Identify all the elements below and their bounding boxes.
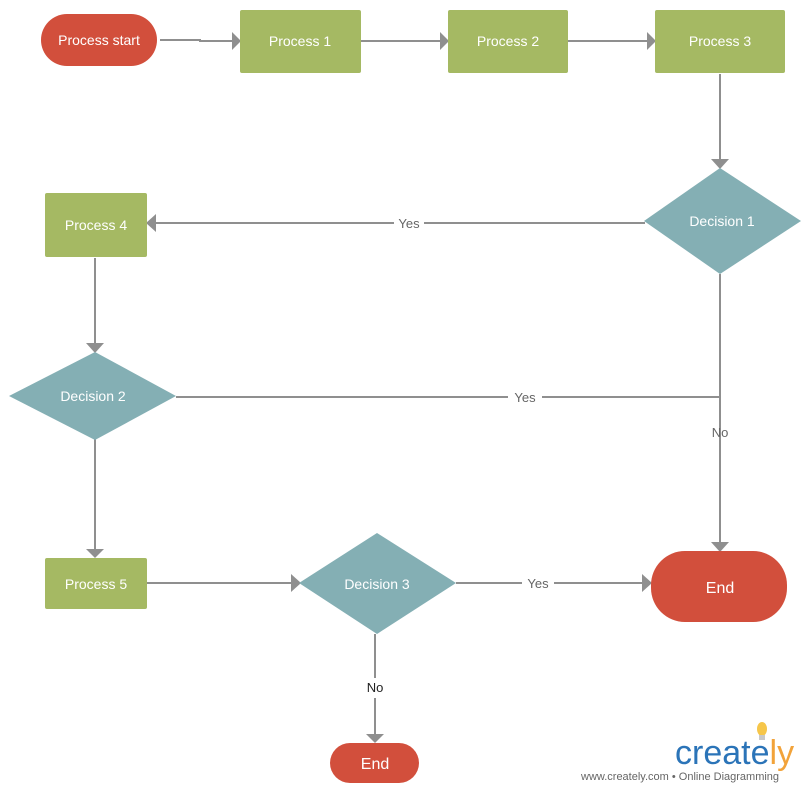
arrowhead-icon xyxy=(647,32,656,50)
node-decision-2[interactable]: Decision 2 xyxy=(9,352,176,440)
flowchart-canvas: Yes No Yes Yes No Process start Process … xyxy=(9,10,801,783)
node-label: End xyxy=(361,756,389,773)
edge-label-d3-no: No xyxy=(367,680,384,695)
edge-d2-merge: Yes xyxy=(176,388,720,406)
arrowhead-icon xyxy=(440,32,449,50)
arrowhead-icon xyxy=(366,734,384,743)
logo-text-main: creat xyxy=(675,734,751,772)
node-label: Process 5 xyxy=(65,576,127,592)
creately-logo: creately www.creately.com • Online Diagr… xyxy=(580,722,794,783)
node-label: End xyxy=(706,580,734,597)
edge-label-d1-no: No xyxy=(712,425,729,440)
edge-d1-p4: Yes xyxy=(146,214,645,232)
edge-p3-d1 xyxy=(711,74,729,169)
edge-d3-end2: No xyxy=(363,634,387,743)
edge-label-d1-yes: Yes xyxy=(398,216,420,231)
arrowhead-icon xyxy=(86,343,104,353)
arrowhead-icon xyxy=(232,32,241,50)
edge-p4-d2 xyxy=(86,258,104,353)
node-process-3[interactable]: Process 3 xyxy=(655,10,785,73)
node-label: Decision 1 xyxy=(689,213,755,229)
node-label: Process 4 xyxy=(65,217,127,233)
arrowhead-icon xyxy=(146,214,156,232)
node-process-4[interactable]: Process 4 xyxy=(45,193,147,257)
edge-p2-p3 xyxy=(568,32,656,50)
node-label: Decision 2 xyxy=(60,388,126,404)
edge-label-d2-yes: Yes xyxy=(514,390,536,405)
node-label: Decision 3 xyxy=(344,576,410,592)
edge-d1-end1: No xyxy=(711,274,729,552)
arrowhead-icon xyxy=(711,542,729,552)
edge-label-d3-yes: Yes xyxy=(527,576,549,591)
node-label: Process 1 xyxy=(269,33,331,49)
node-decision-3[interactable]: Decision 3 xyxy=(299,533,456,634)
node-end-right[interactable]: End xyxy=(651,551,787,622)
arrowhead-icon xyxy=(642,574,652,592)
edge-start-p1 xyxy=(160,32,241,50)
node-process-2[interactable]: Process 2 xyxy=(448,10,568,73)
logo-text-accent: ly xyxy=(770,734,795,772)
node-process-start[interactable]: Process start xyxy=(41,14,157,66)
logo-tagline: www.creately.com • Online Diagramming xyxy=(580,771,779,783)
logo-text-e: e xyxy=(751,734,770,772)
node-end-bottom[interactable]: End xyxy=(330,743,419,783)
node-label: Process 2 xyxy=(477,33,539,49)
node-decision-1[interactable]: Decision 1 xyxy=(644,168,801,274)
edge-d3-end1: Yes xyxy=(456,574,652,592)
edge-p1-p2 xyxy=(361,32,449,50)
svg-text:creately: creately xyxy=(675,734,794,772)
arrowhead-icon xyxy=(711,159,729,169)
node-process-5[interactable]: Process 5 xyxy=(45,558,147,609)
node-label: Process start xyxy=(58,32,140,48)
node-label: Process 3 xyxy=(689,33,751,49)
edge-d2-p5 xyxy=(86,439,104,558)
node-process-1[interactable]: Process 1 xyxy=(240,10,361,73)
arrowhead-icon xyxy=(86,549,104,558)
edge-p5-d3 xyxy=(147,574,301,592)
